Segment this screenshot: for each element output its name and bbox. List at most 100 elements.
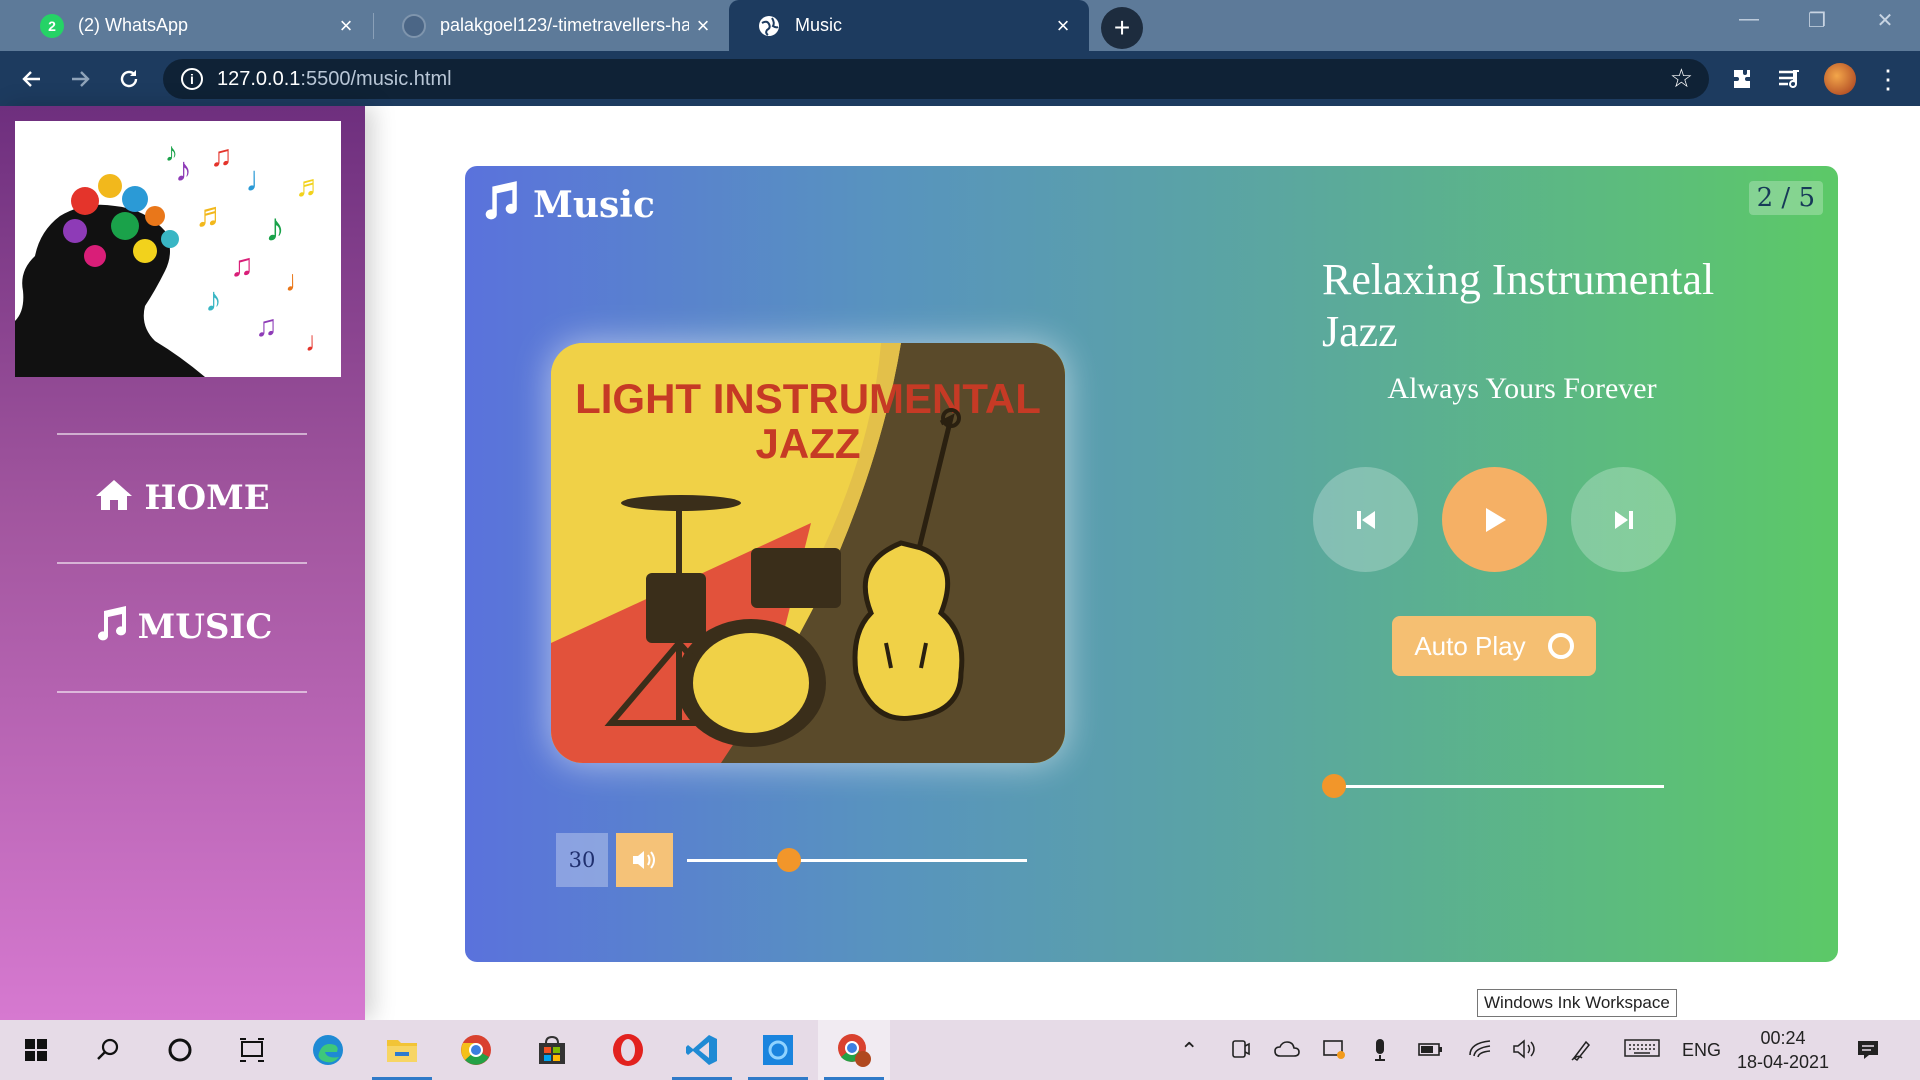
browser-toolbar: i 127.0.0.1:5500/music.html ☆ ⋮ [0, 51, 1920, 106]
volume-button[interactable] [616, 833, 673, 887]
sidebar-divider [57, 691, 307, 693]
autoplay-label: Auto Play [1414, 630, 1526, 661]
volume-value: 30 [556, 833, 608, 887]
svg-text:♫: ♫ [255, 310, 278, 343]
sidebar-divider [57, 433, 307, 435]
security-icon[interactable] [1322, 1038, 1346, 1066]
clock-time: 00:24 [1760, 1028, 1806, 1048]
song-title: Relaxing Instrumental Jazz [1322, 255, 1715, 356]
vscode-icon[interactable] [666, 1020, 738, 1080]
album-art: LIGHT INSTRUMENTAL JAZZ [551, 343, 1065, 763]
volume-slider[interactable] [687, 859, 1027, 862]
reload-icon[interactable] [111, 61, 147, 97]
url-path: :5500/music.html [300, 67, 452, 90]
progress-slider[interactable] [1334, 785, 1664, 788]
bookmark-star-icon[interactable]: ☆ [1670, 63, 1693, 94]
windows-icon [25, 1039, 47, 1061]
edge-icon[interactable] [292, 1020, 364, 1080]
tab-title: palakgoel123/-timetravellers-hac [440, 15, 689, 35]
task-view-icon[interactable] [216, 1020, 288, 1080]
sidebar-item-music[interactable]: MUSIC [57, 597, 307, 657]
autoplay-button[interactable]: Auto Play [1392, 616, 1596, 676]
skip-back-icon [1356, 510, 1375, 529]
github-icon [402, 13, 426, 38]
progress-slider-handle[interactable] [1322, 774, 1346, 798]
globe-icon [757, 14, 781, 38]
svg-text:♩: ♩ [245, 158, 281, 199]
start-button[interactable] [0, 1020, 72, 1080]
onedrive-icon[interactable] [1274, 1038, 1300, 1064]
battery-icon[interactable] [1418, 1038, 1444, 1064]
album-text-line1: LIGHT INSTRUMENTAL [575, 375, 1041, 422]
cortana-icon[interactable] [144, 1020, 216, 1080]
autoplay-ring-icon [1547, 633, 1574, 659]
info-icon[interactable]: i [181, 68, 203, 90]
new-tab-button[interactable]: + [1101, 7, 1143, 49]
notifications-icon[interactable] [1856, 1038, 1880, 1068]
whatsapp-icon: 2 [40, 13, 64, 38]
music-note-icon [479, 180, 519, 230]
tab-whatsapp[interactable]: 2 (2) WhatsApp × [12, 0, 372, 51]
file-explorer-icon[interactable] [366, 1020, 438, 1080]
next-track-button[interactable] [1571, 467, 1676, 572]
window-close-icon[interactable]: ✕ [1862, 8, 1908, 33]
tab-music[interactable]: Music × [729, 0, 1089, 51]
svg-text:♩: ♩ [305, 326, 333, 357]
pen-icon[interactable] [1570, 1038, 1592, 1068]
wifi-icon[interactable] [1468, 1038, 1492, 1064]
previous-track-button[interactable] [1313, 467, 1418, 572]
browser-tab-strip: 2 (2) WhatsApp × palakgoel123/-timetrave… [0, 0, 1920, 51]
profile-avatar[interactable] [1824, 63, 1856, 95]
music-player-card: Music 2 / 5 LIGHT INSTRUMENTAL JAZZ 30 R… [465, 166, 1838, 962]
music-note-icon [92, 605, 128, 650]
microphone-icon[interactable] [1372, 1038, 1388, 1068]
clock-date: 18-04-2021 [1736, 1052, 1830, 1072]
svg-text:♬: ♬ [195, 196, 229, 234]
store-icon[interactable] [516, 1020, 588, 1080]
page-content: ♪ ♫ ♩ ♬ ♪ ♫ ♩ ♪ ♬ ♫ ♪ ♩ HOME MUSIC Music… [0, 106, 1920, 1020]
music-head-logo: ♪ ♫ ♩ ♬ ♪ ♫ ♩ ♪ ♬ ♫ ♪ ♩ [15, 121, 341, 377]
chrome-icon[interactable] [440, 1020, 512, 1080]
taskbar-clock[interactable]: 00:24 18-04-2021 [1736, 1026, 1830, 1074]
opera-icon[interactable] [592, 1020, 664, 1080]
app-icon-blue[interactable] [742, 1020, 814, 1080]
meet-now-icon[interactable] [1230, 1038, 1250, 1066]
sidebar-item-home[interactable]: HOME [57, 468, 307, 528]
svg-text:♫: ♫ [210, 140, 233, 173]
song-artist: Always Yours Forever [1387, 372, 1657, 405]
close-icon[interactable]: × [689, 13, 717, 39]
svg-text:♫: ♫ [230, 247, 254, 283]
address-bar[interactable]: i 127.0.0.1:5500/music.html ☆ [163, 59, 1709, 99]
menu-dots-icon[interactable]: ⋮ [1870, 61, 1906, 97]
tab-title: Music [795, 15, 843, 35]
tab-title: (2) WhatsApp [78, 15, 189, 35]
tab-github[interactable]: palakgoel123/-timetravellers-hac × [374, 0, 729, 51]
volume-slider-handle[interactable] [777, 848, 801, 872]
extensions-icon[interactable] [1724, 61, 1760, 97]
tooltip: Windows Ink Workspace [1477, 989, 1677, 1017]
chevron-up-icon[interactable]: ⌃ [1180, 1038, 1198, 1064]
search-icon[interactable] [72, 1020, 144, 1080]
close-icon[interactable]: × [332, 13, 360, 39]
back-icon[interactable] [14, 61, 50, 97]
svg-text:♩: ♩ [285, 265, 315, 298]
player-heading: Music [479, 180, 655, 230]
play-icon [1485, 507, 1506, 532]
album-text-line2: JAZZ [756, 420, 861, 467]
input-language[interactable]: ENG [1682, 1040, 1721, 1061]
sidebar: ♪ ♫ ♩ ♬ ♪ ♫ ♩ ♪ ♬ ♫ ♪ ♩ HOME MUSIC [0, 106, 365, 1020]
restore-icon[interactable]: ❐ [1794, 8, 1840, 33]
chrome-profile-icon[interactable] [818, 1020, 890, 1080]
taskbar: ⌃ ENG 00:24 18-04-2021 [0, 1020, 1920, 1080]
keyboard-icon[interactable] [1624, 1038, 1660, 1064]
svg-text:♪: ♪ [165, 137, 178, 167]
close-icon[interactable]: × [1049, 13, 1077, 39]
sidebar-item-label: HOME [144, 478, 270, 518]
skip-forward-icon [1614, 510, 1633, 529]
volume-icon[interactable] [1512, 1038, 1538, 1066]
minimize-icon[interactable]: — [1726, 8, 1772, 31]
svg-text:♪: ♪ [205, 281, 222, 319]
forward-icon[interactable] [62, 61, 98, 97]
media-queue-icon[interactable] [1772, 61, 1808, 97]
play-button[interactable] [1442, 467, 1547, 572]
